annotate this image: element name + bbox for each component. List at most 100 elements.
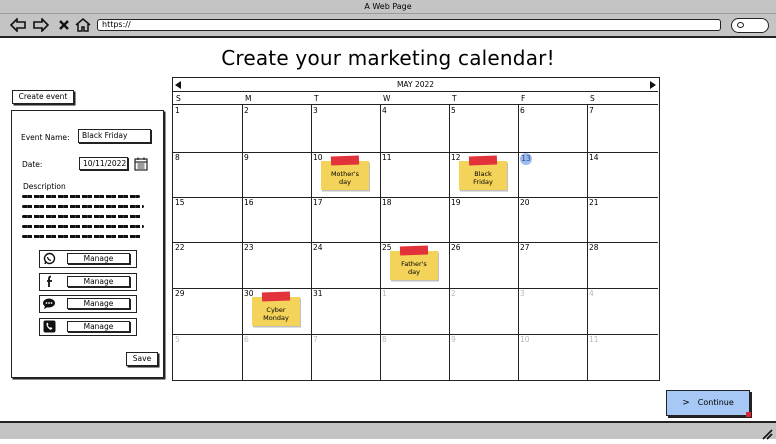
calendar-day-today[interactable]: 13 bbox=[520, 153, 532, 165]
calendar-day[interactable]: 24 bbox=[313, 243, 323, 252]
calendar-day[interactable]: 27 bbox=[520, 243, 530, 252]
event-sticky-note[interactable]: Father's day bbox=[390, 245, 438, 280]
calendar-day[interactable]: 29 bbox=[175, 289, 185, 298]
page-title: Create your marketing calendar! bbox=[221, 46, 555, 70]
calendar-day[interactable]: 7 bbox=[589, 106, 594, 115]
calendar-day[interactable]: 8 bbox=[382, 335, 387, 344]
calendar-day[interactable]: 3 bbox=[313, 106, 318, 115]
event-label: Cyber Monday bbox=[263, 306, 289, 322]
calendar-day[interactable]: 2 bbox=[451, 289, 456, 298]
event-label: Father's day bbox=[401, 260, 427, 276]
search-icon bbox=[737, 22, 744, 28]
manage-facebook-button[interactable]: Manage bbox=[67, 276, 130, 287]
social-row-phone: Manage bbox=[39, 318, 137, 336]
manage-chat-button[interactable]: Manage bbox=[67, 298, 130, 309]
weekday-label: S bbox=[176, 94, 181, 103]
month-label: MAY 2022 bbox=[396, 80, 435, 89]
browser-toolbar: https:// bbox=[0, 14, 776, 38]
calendar-day[interactable]: 9 bbox=[244, 153, 249, 162]
weekday-label: T bbox=[314, 94, 319, 103]
weekday-label: M bbox=[245, 94, 252, 103]
event-sticky-note[interactable]: Black Friday bbox=[459, 155, 507, 190]
weekday-label: W bbox=[383, 94, 391, 103]
tape-strip bbox=[261, 291, 291, 302]
save-button[interactable]: Save bbox=[126, 352, 158, 366]
window-title: A Web Page bbox=[0, 0, 776, 14]
url-bar[interactable]: https:// bbox=[97, 19, 721, 31]
calendar-day[interactable]: 8 bbox=[175, 153, 180, 162]
calendar-day[interactable]: 7 bbox=[313, 335, 318, 344]
event-sticky-note[interactable]: Cyber Monday bbox=[252, 291, 300, 326]
resize-grip-icon[interactable] bbox=[761, 425, 773, 440]
next-month-icon[interactable] bbox=[650, 81, 656, 89]
calendar-day[interactable]: 1 bbox=[382, 289, 387, 298]
calendar-day[interactable]: 5 bbox=[451, 106, 456, 115]
continue-button[interactable]: > Continue bbox=[666, 390, 751, 417]
weekday-label: S bbox=[590, 94, 595, 103]
manage-phone-button[interactable]: Manage bbox=[67, 321, 130, 332]
phone-icon bbox=[42, 320, 56, 333]
calendar-day[interactable]: 11 bbox=[589, 335, 599, 344]
event-name-label: Event Name: bbox=[21, 133, 70, 142]
chevron-right-icon: > bbox=[682, 398, 690, 408]
whatsapp-icon bbox=[42, 252, 56, 265]
create-event-button[interactable]: Create event bbox=[12, 90, 74, 104]
event-name-field[interactable]: Black Friday bbox=[78, 129, 151, 143]
calendar-day[interactable]: 20 bbox=[520, 198, 530, 207]
calendar-day[interactable]: 9 bbox=[451, 335, 456, 344]
calendar-day[interactable]: 18 bbox=[382, 198, 392, 207]
social-row-chat: Manage bbox=[39, 295, 137, 313]
search-button[interactable] bbox=[731, 18, 769, 33]
home-icon[interactable] bbox=[75, 18, 91, 32]
calendar-day[interactable]: 17 bbox=[313, 198, 323, 207]
calendar-day[interactable]: 19 bbox=[451, 198, 461, 207]
date-label: Date: bbox=[22, 160, 43, 169]
calendar-day[interactable]: 10 bbox=[520, 335, 530, 344]
tape-strip bbox=[399, 245, 429, 256]
calendar-day[interactable]: 4 bbox=[382, 106, 387, 115]
date-field[interactable]: 10/11/2022 bbox=[79, 157, 128, 170]
calendar-day[interactable]: 21 bbox=[589, 198, 599, 207]
calendar-day[interactable]: 23 bbox=[244, 243, 254, 252]
calendar: MAY 2022 SMTWTFS 1 2 3 4 5 6 7 8 9 10 11 12 13 14 15 16… bbox=[172, 77, 660, 381]
calendar-day[interactable]: 5 bbox=[175, 335, 180, 344]
tape-strip bbox=[468, 155, 498, 166]
social-row-facebook: Manage bbox=[39, 273, 137, 291]
facebook-icon bbox=[42, 275, 56, 288]
event-label: Mother's day bbox=[330, 170, 360, 186]
description-label: Description bbox=[23, 182, 66, 191]
calendar-day[interactable]: 15 bbox=[175, 198, 185, 207]
calendar-day[interactable]: 16 bbox=[244, 198, 254, 207]
calendar-icon[interactable] bbox=[134, 156, 148, 175]
calendar-day[interactable]: 6 bbox=[244, 335, 249, 344]
close-icon[interactable] bbox=[56, 18, 72, 32]
arrow-left-icon[interactable] bbox=[10, 18, 26, 32]
event-label: Black Friday bbox=[473, 170, 493, 186]
calendar-day[interactable]: 2 bbox=[244, 106, 249, 115]
calendar-day[interactable]: 1 bbox=[175, 106, 180, 115]
calendar-day[interactable]: 4 bbox=[589, 289, 594, 298]
tape-strip bbox=[330, 155, 360, 166]
status-bar bbox=[0, 421, 776, 440]
event-sticky-note[interactable]: Mother's day bbox=[321, 155, 369, 190]
chat-bubble-icon bbox=[42, 297, 56, 310]
continue-label: Continue bbox=[697, 398, 734, 407]
manage-whatsapp-button[interactable]: Manage bbox=[67, 253, 130, 264]
weekday-label: F bbox=[521, 94, 526, 103]
weekday-row: SMTWTFS bbox=[173, 92, 658, 105]
calendar-day[interactable]: 14 bbox=[589, 153, 599, 162]
calendar-day[interactable]: 22 bbox=[175, 243, 185, 252]
calendar-day[interactable]: 11 bbox=[382, 153, 392, 162]
social-row-whatsapp: Manage bbox=[39, 250, 137, 268]
arrow-right-icon[interactable] bbox=[33, 18, 49, 32]
event-form-panel: Event Name: Black Friday Date: 10/11/202… bbox=[11, 110, 164, 378]
calendar-day[interactable]: 6 bbox=[520, 106, 525, 115]
calendar-day[interactable]: 31 bbox=[313, 289, 323, 298]
calendar-header: MAY 2022 bbox=[173, 78, 658, 92]
weekday-label: T bbox=[452, 94, 457, 103]
calendar-day[interactable]: 3 bbox=[520, 289, 525, 298]
previous-month-icon[interactable] bbox=[175, 81, 181, 89]
calendar-day[interactable]: 26 bbox=[451, 243, 461, 252]
calendar-day[interactable]: 28 bbox=[589, 243, 599, 252]
resize-corner bbox=[746, 412, 751, 417]
